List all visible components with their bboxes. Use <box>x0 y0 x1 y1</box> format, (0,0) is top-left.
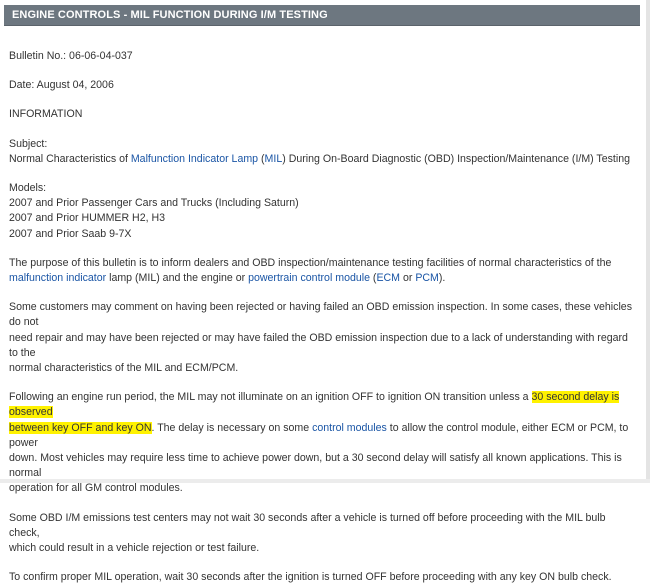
link-control-modules[interactable]: control modules <box>312 422 387 434</box>
model-item: 2007 and Prior Saab 9-7X <box>9 227 132 240</box>
following-text: . The delay is necessary on some <box>151 421 313 434</box>
following-text: Following an engine run period, the MIL … <box>9 391 532 404</box>
following-line-2: between key OFF and key ON. The delay is… <box>9 421 639 451</box>
link-malfunction-indicator[interactable]: malfunction indicator <box>9 272 106 284</box>
link-powertrain-control-module[interactable]: powertrain control module <box>248 272 370 284</box>
link-ecm[interactable]: ECM <box>376 272 400 284</box>
page-title: ENGINE CONTROLS - MIL FUNCTION DURING I/… <box>12 9 328 21</box>
following-line-3: down. Most vehicles may require less tim… <box>9 452 622 480</box>
purpose-text: lamp (MIL) and the engine or <box>106 272 249 285</box>
bulletin-date: Date: August 04, 2006 <box>9 79 114 92</box>
highlighted-text: between key OFF and key ON <box>9 421 152 434</box>
window-edge-right <box>646 0 650 483</box>
customers-line-1: Some customers may comment on having bee… <box>9 301 632 329</box>
bulletin-number: Bulletin No.: 06-06-04-037 <box>9 50 133 62</box>
subject-text: Normal Characteristics of Malfunction In… <box>9 152 639 167</box>
model-item: 2007 and Prior Passenger Cars and Trucks… <box>9 197 299 210</box>
subject-text-pre: Normal Characteristics of <box>9 152 131 165</box>
model-item: 2007 and Prior HUMMER H2, H3 <box>9 212 166 225</box>
customers-line-2: need repair and may have been rejected o… <box>9 331 628 359</box>
section-header-bar: ENGINE CONTROLS - MIL FUNCTION DURING I/… <box>4 5 640 26</box>
customers-line-3: normal characteristics of the MIL and EC… <box>9 362 239 375</box>
following-line-1: Following an engine run period, the MIL … <box>9 390 639 420</box>
bulletin-type: INFORMATION <box>9 108 83 121</box>
subject-text-post: ) During On-Board Diagnostic (OBD) Inspe… <box>282 152 630 165</box>
bulletin-body: Bulletin No.: 06-06-04-037 Date: August … <box>9 49 639 585</box>
purpose-line-1: The purpose of this bulletin is to infor… <box>9 256 612 269</box>
confirm-line-1: To confirm proper MIL operation, wait 30… <box>9 571 612 584</box>
subject-label: Subject: <box>9 137 48 150</box>
purpose-line-2: malfunction indicator lamp (MIL) and the… <box>9 271 639 286</box>
link-malfunction-indicator-lamp[interactable]: Malfunction Indicator Lamp <box>131 153 258 165</box>
purpose-text: ). <box>438 272 446 285</box>
link-mil[interactable]: MIL <box>265 153 283 165</box>
centers-line-1: Some OBD I/M emissions test centers may … <box>9 511 606 539</box>
link-pcm[interactable]: PCM <box>415 272 439 284</box>
centers-line-2: which could result in a vehicle rejectio… <box>9 542 260 555</box>
models-label: Models: <box>9 182 47 195</box>
following-line-4: operation for all GM control modules. <box>9 482 183 495</box>
purpose-text: or <box>400 272 416 285</box>
